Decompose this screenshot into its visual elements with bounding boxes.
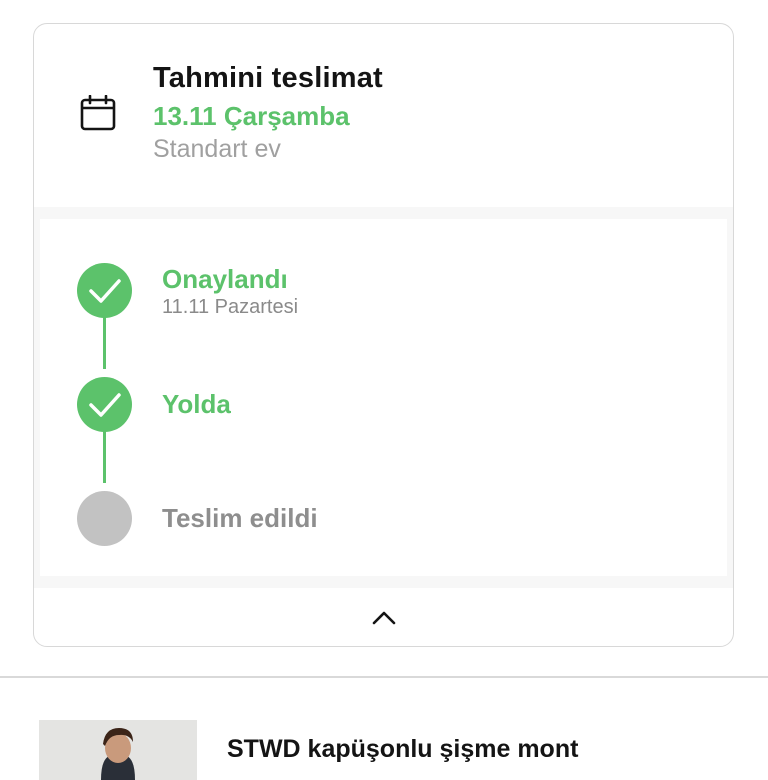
order-status-timeline: Onaylandı 11.11 Pazartesi Yolda Teslim e… — [34, 207, 733, 588]
delivery-title: Tahmini teslimat — [153, 62, 383, 94]
delivery-date: 13.11 Çarşamba — [153, 101, 350, 131]
step-confirmed-indicator — [77, 263, 132, 318]
step-in-transit-indicator — [77, 377, 132, 432]
product-list-item[interactable]: STWD kapüşonlu şişme mont — [0, 678, 768, 780]
checkmark-icon — [89, 393, 121, 417]
step-delivered-label: Teslim edildi — [162, 503, 318, 533]
delivery-type: Standart ev — [153, 135, 281, 163]
step-in-transit-label: Yolda — [162, 389, 231, 419]
step-delivered-indicator — [77, 491, 132, 546]
step-confirmed-date: 11.11 Pazartesi — [162, 296, 299, 318]
calendar-icon — [80, 94, 116, 131]
collapse-button[interactable] — [34, 588, 733, 646]
product-thumbnail — [39, 720, 197, 780]
chevron-up-icon — [372, 611, 395, 625]
delivery-estimate-header: Tahmini teslimat 13.11 Çarşamba Standart… — [34, 24, 733, 207]
timeline-body: Onaylandı 11.11 Pazartesi Yolda Teslim e… — [40, 219, 727, 576]
product-name: STWD kapüşonlu şişme mont — [227, 735, 579, 763]
delivery-card: Tahmini teslimat 13.11 Çarşamba Standart… — [33, 23, 734, 647]
checkmark-icon — [89, 279, 121, 303]
step-confirmed-label: Onaylandı — [162, 264, 288, 294]
